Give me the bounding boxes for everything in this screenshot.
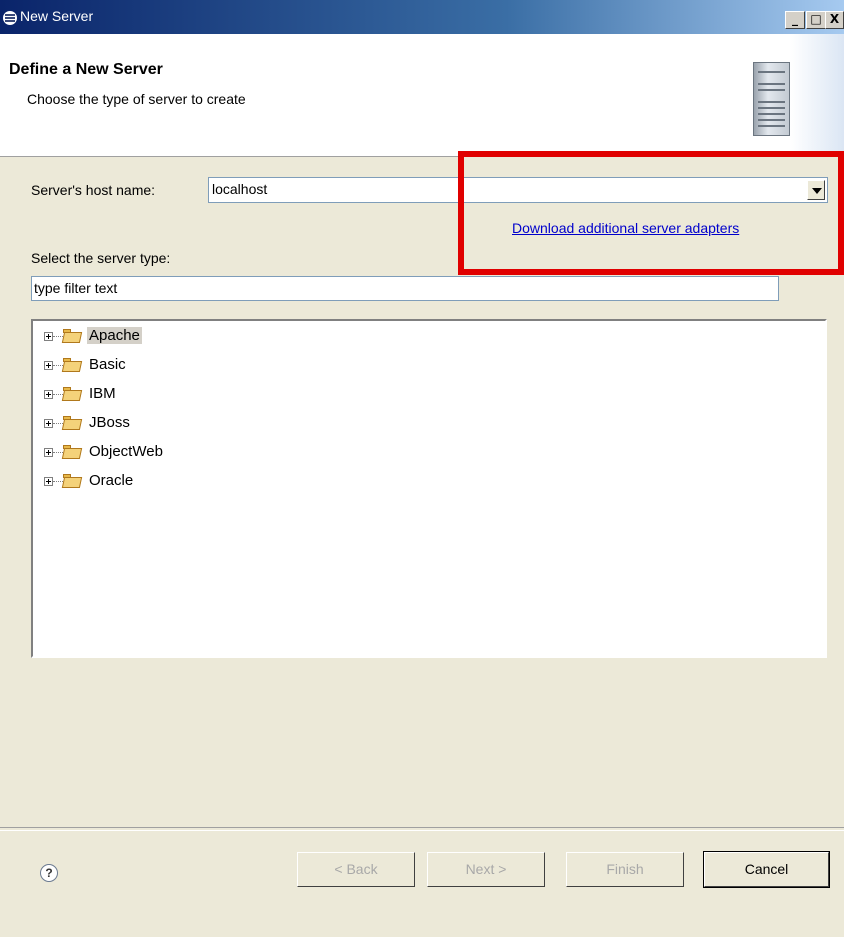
wizard-header: Define a New Server Choose the type of s… bbox=[0, 34, 844, 157]
host-name-label: Server's host name: bbox=[31, 182, 156, 198]
server-type-label: Select the server type: bbox=[31, 250, 171, 266]
folder-icon bbox=[63, 416, 81, 430]
tree-item-label[interactable]: IBM bbox=[87, 385, 118, 402]
folder-icon bbox=[63, 358, 81, 372]
next-button[interactable]: Next > bbox=[427, 852, 545, 887]
expand-icon[interactable] bbox=[44, 477, 53, 486]
back-button[interactable]: < Back bbox=[297, 852, 415, 887]
maximize-button[interactable]: □ bbox=[806, 11, 826, 29]
tree-item-label[interactable]: Basic bbox=[87, 356, 128, 373]
filter-input[interactable]: type filter text bbox=[31, 276, 779, 301]
filter-text[interactable]: type filter text bbox=[34, 280, 117, 296]
help-icon[interactable]: ? bbox=[40, 864, 58, 882]
page-description: Choose the type of server to create bbox=[27, 91, 246, 107]
tree-item-label[interactable]: Apache bbox=[87, 327, 142, 344]
title-bar[interactable]: New Server _ □ X bbox=[0, 0, 844, 34]
new-server-dialog: New Server _ □ X Define a New Server Cho… bbox=[0, 0, 844, 937]
finish-button[interactable]: Finish bbox=[566, 852, 684, 887]
folder-icon bbox=[63, 387, 81, 401]
expand-icon[interactable] bbox=[44, 390, 53, 399]
header-fade bbox=[790, 34, 844, 156]
minimize-button[interactable]: _ bbox=[785, 11, 805, 29]
close-button[interactable]: X bbox=[825, 11, 844, 29]
footer-divider bbox=[0, 827, 844, 831]
folder-icon bbox=[63, 445, 81, 459]
expand-icon[interactable] bbox=[44, 419, 53, 428]
expand-icon[interactable] bbox=[44, 448, 53, 457]
folder-icon bbox=[63, 329, 81, 343]
folder-icon bbox=[63, 474, 81, 488]
page-title: Define a New Server bbox=[9, 61, 163, 78]
tree-item-label[interactable]: ObjectWeb bbox=[87, 443, 165, 460]
cancel-button[interactable]: Cancel bbox=[703, 851, 830, 888]
highlight-annotation bbox=[458, 151, 844, 275]
expand-icon[interactable] bbox=[44, 361, 53, 370]
server-icon bbox=[753, 62, 790, 136]
tree-item-label[interactable]: JBoss bbox=[87, 414, 132, 431]
host-name-value[interactable]: localhost bbox=[212, 181, 267, 197]
window-title: New Server bbox=[20, 8, 94, 24]
expand-icon[interactable] bbox=[44, 332, 53, 341]
eclipse-icon bbox=[3, 11, 17, 25]
server-type-tree[interactable]: Apache Basic IBM JBoss ObjectWeb Oracle bbox=[31, 319, 827, 658]
tree-item-label[interactable]: Oracle bbox=[87, 472, 135, 489]
